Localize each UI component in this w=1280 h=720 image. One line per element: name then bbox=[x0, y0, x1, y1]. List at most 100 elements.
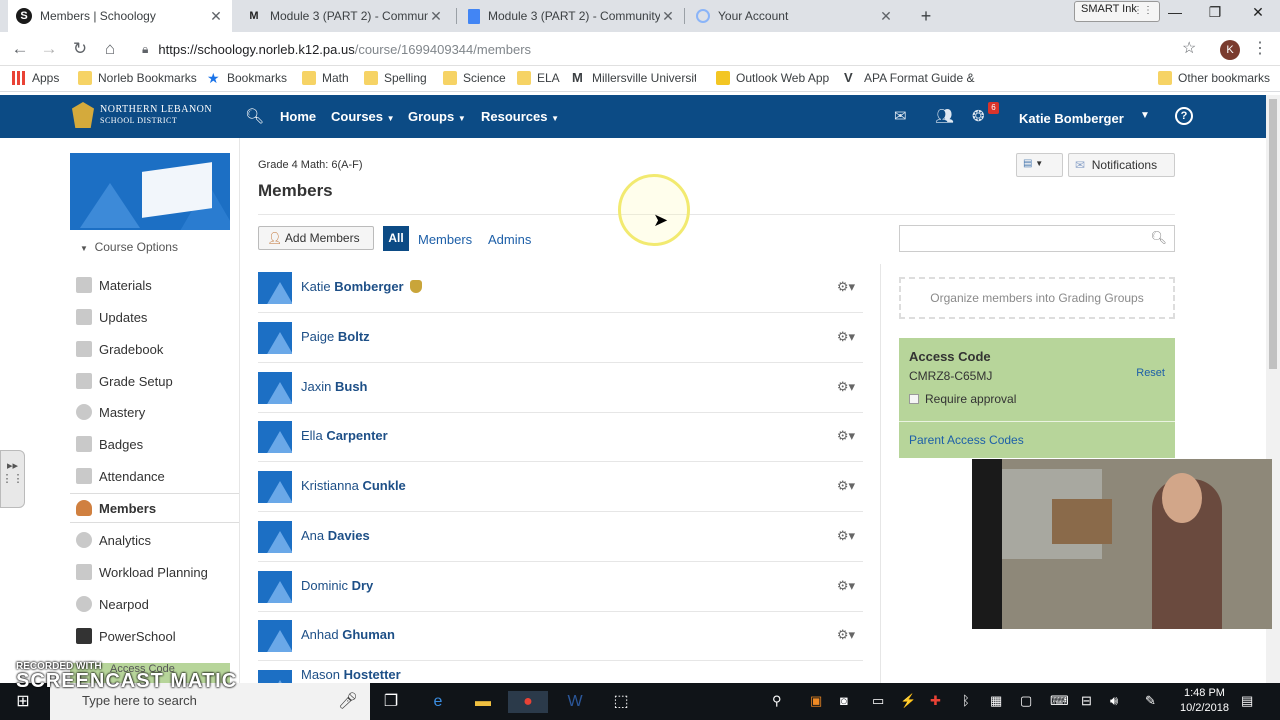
tab-all[interactable]: All bbox=[383, 226, 409, 251]
notification-icon[interactable]: ❂ bbox=[972, 107, 985, 125]
search-icon[interactable]: 🔍︎ bbox=[245, 107, 264, 125]
member-row[interactable]: Paige Boltz ⚙▾ bbox=[258, 313, 863, 363]
reload-button[interactable]: ↻ bbox=[69, 38, 91, 60]
member-name[interactable]: Kristianna Cunkle bbox=[301, 478, 406, 493]
sidebar-item-grade-setup[interactable]: Grade Setup bbox=[70, 366, 240, 396]
member-name[interactable]: Anhad Ghuman bbox=[301, 627, 395, 642]
add-members-button[interactable]: 👤︎ Add Members bbox=[258, 226, 374, 250]
bookmark-bookmarks[interactable]: ★ Bookmarks bbox=[207, 71, 287, 85]
bookmark-ela[interactable]: ELA bbox=[517, 71, 560, 85]
member-row[interactable]: Jaxin Bush ⚙▾ bbox=[258, 363, 863, 413]
keyboard-icon[interactable]: ⌨ bbox=[1050, 693, 1069, 709]
windows-start-icon[interactable]: ⊞ bbox=[12, 691, 34, 713]
bookmark-science[interactable]: Science bbox=[443, 71, 506, 85]
volume-icon[interactable]: 🔊︎ bbox=[1110, 693, 1118, 709]
member-name[interactable]: Katie Bomberger bbox=[301, 279, 422, 294]
app-tray-icon[interactable]: ▣ bbox=[810, 693, 822, 709]
wifi-tray-icon[interactable]: ⚡ bbox=[900, 693, 916, 709]
member-search-input[interactable]: 🔍︎ bbox=[899, 225, 1175, 252]
people-icon[interactable]: 👥︎ bbox=[935, 107, 954, 125]
close-tab-icon[interactable]: ✕ bbox=[660, 8, 676, 25]
member-name[interactable]: Ella Carpenter bbox=[301, 428, 388, 443]
member-row[interactable]: Anhad Ghuman ⚙▾ bbox=[258, 611, 863, 661]
display-tray-icon[interactable]: ▦ bbox=[990, 693, 1002, 709]
bookmark-star-icon[interactable]: ☆ bbox=[1182, 38, 1196, 58]
nav-home[interactable]: Home bbox=[280, 109, 316, 124]
word-icon[interactable]: W bbox=[564, 691, 586, 713]
sidebar-item-materials[interactable]: Materials bbox=[70, 270, 240, 300]
bookmark-norleb[interactable]: Norleb Bookmarks bbox=[78, 71, 197, 85]
grading-groups-dropzone[interactable]: Organize members into Grading Groups bbox=[899, 277, 1175, 319]
member-row[interactable]: Katie Bomberger ⚙▾ bbox=[258, 263, 863, 313]
member-row[interactable]: Mason Hostetter bbox=[258, 661, 863, 683]
chrome-menu-icon[interactable]: ⋮ bbox=[1252, 38, 1268, 58]
member-name[interactable]: Dominic Dry bbox=[301, 578, 373, 593]
gear-icon[interactable]: ⚙▾ bbox=[837, 478, 855, 494]
tab-admins[interactable]: Admins bbox=[488, 232, 531, 247]
mail-icon[interactable]: ✉ bbox=[894, 107, 907, 125]
system-clock[interactable]: 1:48 PM 10/2/2018 bbox=[1180, 686, 1229, 716]
gear-icon[interactable]: ⚙▾ bbox=[837, 329, 855, 345]
nav-resources[interactable]: Resources ▼ bbox=[481, 109, 559, 124]
forward-button[interactable]: → bbox=[38, 38, 60, 60]
bookmark-spelling[interactable]: Spelling bbox=[364, 71, 427, 85]
notifications-button[interactable]: ✉ Notifications bbox=[1068, 153, 1175, 177]
new-tab-button[interactable]: + bbox=[914, 4, 938, 28]
bookmark-millersville[interactable]: M Millersville University bbox=[572, 71, 696, 86]
member-row[interactable]: Ana Davies ⚙▾ bbox=[258, 512, 863, 562]
chrome-icon[interactable]: ● bbox=[508, 691, 548, 713]
sidebar-item-badges[interactable]: Badges bbox=[70, 429, 240, 459]
user-name[interactable]: Katie Bomberger bbox=[1019, 111, 1124, 126]
people-tray-icon[interactable]: ⚲ bbox=[772, 693, 782, 709]
browser-tab-module3-b[interactable]: Module 3 (PART 2) - Community ✕ bbox=[460, 0, 684, 32]
action-center-icon[interactable]: ▤ bbox=[1241, 693, 1253, 709]
member-name[interactable]: Jaxin Bush bbox=[301, 379, 367, 394]
tab-members[interactable]: Members bbox=[418, 232, 472, 247]
bookmark-math[interactable]: Math bbox=[302, 71, 349, 85]
scrollbar-thumb[interactable] bbox=[1269, 99, 1277, 369]
gear-icon[interactable]: ⚙▾ bbox=[837, 528, 855, 544]
require-approval-checkbox[interactable]: Require approval bbox=[909, 392, 1016, 406]
edge-icon[interactable]: e bbox=[427, 691, 449, 713]
back-button[interactable]: ← bbox=[9, 38, 31, 60]
breadcrumb[interactable]: Grade 4 Math: 6(A-F) bbox=[258, 159, 363, 171]
file-explorer-icon[interactable]: ▬ bbox=[472, 691, 494, 713]
url-field[interactable]: 🔒︎ https://schoology.norleb.k12.pa.us/co… bbox=[134, 36, 1208, 62]
sidebar-item-members[interactable]: Members bbox=[70, 493, 240, 523]
gear-icon[interactable]: ⚙▾ bbox=[837, 279, 855, 295]
chevron-down-icon[interactable]: ▼ bbox=[1140, 110, 1150, 121]
gear-icon[interactable]: ⚙▾ bbox=[837, 379, 855, 395]
network-icon[interactable]: ⊟ bbox=[1081, 693, 1092, 709]
battery-icon[interactable]: ▭ bbox=[872, 693, 884, 709]
bookmark-other[interactable]: Other bookmarks bbox=[1158, 71, 1270, 85]
browser-tab-your-account[interactable]: Your Account ✕ bbox=[688, 0, 902, 32]
bookmark-outlook[interactable]: Outlook Web App bbox=[716, 71, 829, 85]
sidebar-item-mastery[interactable]: Mastery bbox=[70, 397, 240, 427]
help-icon[interactable]: ? bbox=[1175, 107, 1193, 125]
course-options-toggle[interactable]: ▼ Course Options bbox=[80, 240, 178, 254]
pen-icon[interactable]: ✎ bbox=[1145, 693, 1156, 709]
security-tray-icon[interactable]: ✚ bbox=[930, 693, 941, 709]
profile-avatar[interactable]: K bbox=[1220, 40, 1240, 60]
home-button[interactable]: ⌂ bbox=[99, 38, 121, 60]
sidebar-item-powerschool[interactable]: PowerSchool bbox=[70, 621, 240, 651]
close-tab-icon[interactable]: ✕ bbox=[208, 8, 224, 25]
reset-access-code-link[interactable]: Reset bbox=[1136, 367, 1165, 379]
sidebar-item-gradebook[interactable]: Gradebook bbox=[70, 334, 240, 364]
nav-courses[interactable]: Courses ▼ bbox=[331, 109, 395, 124]
browser-tab-members[interactable]: S Members | Schoology ✕ bbox=[8, 0, 232, 32]
gear-icon[interactable]: ⚙▾ bbox=[837, 627, 855, 643]
monitor-icon[interactable]: ▢ bbox=[1020, 693, 1032, 709]
snipping-tool-icon[interactable]: ⬚ bbox=[610, 691, 632, 713]
close-tab-icon[interactable]: ✕ bbox=[428, 8, 444, 25]
sidebar-item-nearpod[interactable]: Nearpod bbox=[70, 589, 240, 619]
side-panel-toggle[interactable]: ▸▸ ⋮⋮ bbox=[0, 450, 25, 508]
member-row[interactable]: Ella Carpenter ⚙▾ bbox=[258, 412, 863, 462]
sidebar-item-analytics[interactable]: Analytics bbox=[70, 525, 240, 555]
bookmark-apa[interactable]: V APA Format Guide & bbox=[844, 71, 975, 86]
member-row[interactable]: Kristianna Cunkle ⚙▾ bbox=[258, 462, 863, 512]
task-view-icon[interactable]: ❐ bbox=[380, 691, 402, 713]
sidebar-item-workload-planning[interactable]: Workload Planning bbox=[70, 557, 240, 587]
close-window-button[interactable]: ✕ bbox=[1243, 4, 1273, 24]
maximize-button[interactable]: ❐ bbox=[1200, 4, 1230, 24]
